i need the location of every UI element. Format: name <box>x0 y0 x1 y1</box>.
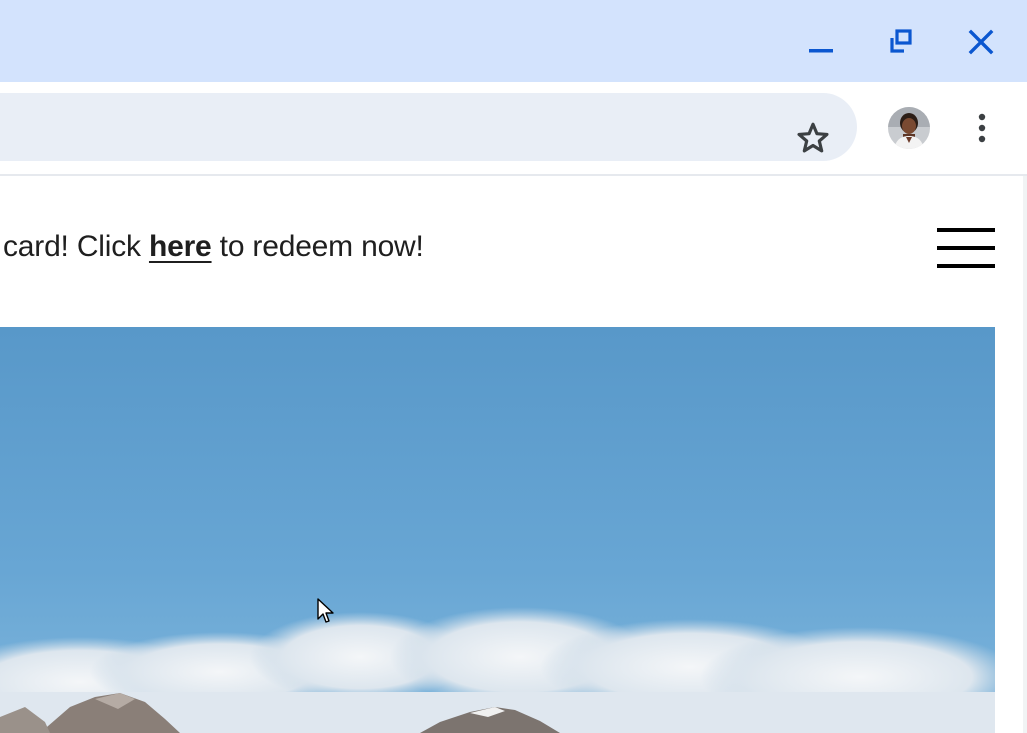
banner-text-before: card! Click <box>3 230 149 263</box>
close-button[interactable] <box>961 22 1001 62</box>
scrollbar-track[interactable] <box>1023 176 1027 733</box>
promo-banner: card! Click here to redeem now! <box>3 230 424 264</box>
banner-text-after: to redeem now! <box>211 230 424 263</box>
bookmark-button[interactable] <box>792 117 834 159</box>
mouse-cursor-icon <box>317 598 334 623</box>
address-bar[interactable] <box>0 93 857 161</box>
site-menu-button[interactable] <box>937 228 995 270</box>
profile-avatar[interactable] <box>888 107 930 149</box>
hero-image <box>0 327 995 733</box>
title-bar <box>0 0 1027 82</box>
redeem-link[interactable]: here <box>149 230 212 263</box>
restore-icon <box>890 29 912 53</box>
hamburger-icon <box>937 228 995 232</box>
browser-menu-button[interactable] <box>968 108 996 148</box>
avatar-icon <box>888 107 930 149</box>
web-page: card! Click here to redeem now! <box>0 176 1027 733</box>
restore-button[interactable] <box>881 22 921 62</box>
browser-window: card! Click here to redeem now! <box>0 0 1027 733</box>
minimize-icon <box>809 49 833 53</box>
mountain-landscape-image <box>0 327 995 733</box>
minimize-button[interactable] <box>801 22 841 62</box>
browser-toolbar <box>0 82 1027 174</box>
star-icon <box>797 122 829 153</box>
kebab-menu-icon <box>978 113 986 143</box>
close-icon <box>968 29 994 55</box>
